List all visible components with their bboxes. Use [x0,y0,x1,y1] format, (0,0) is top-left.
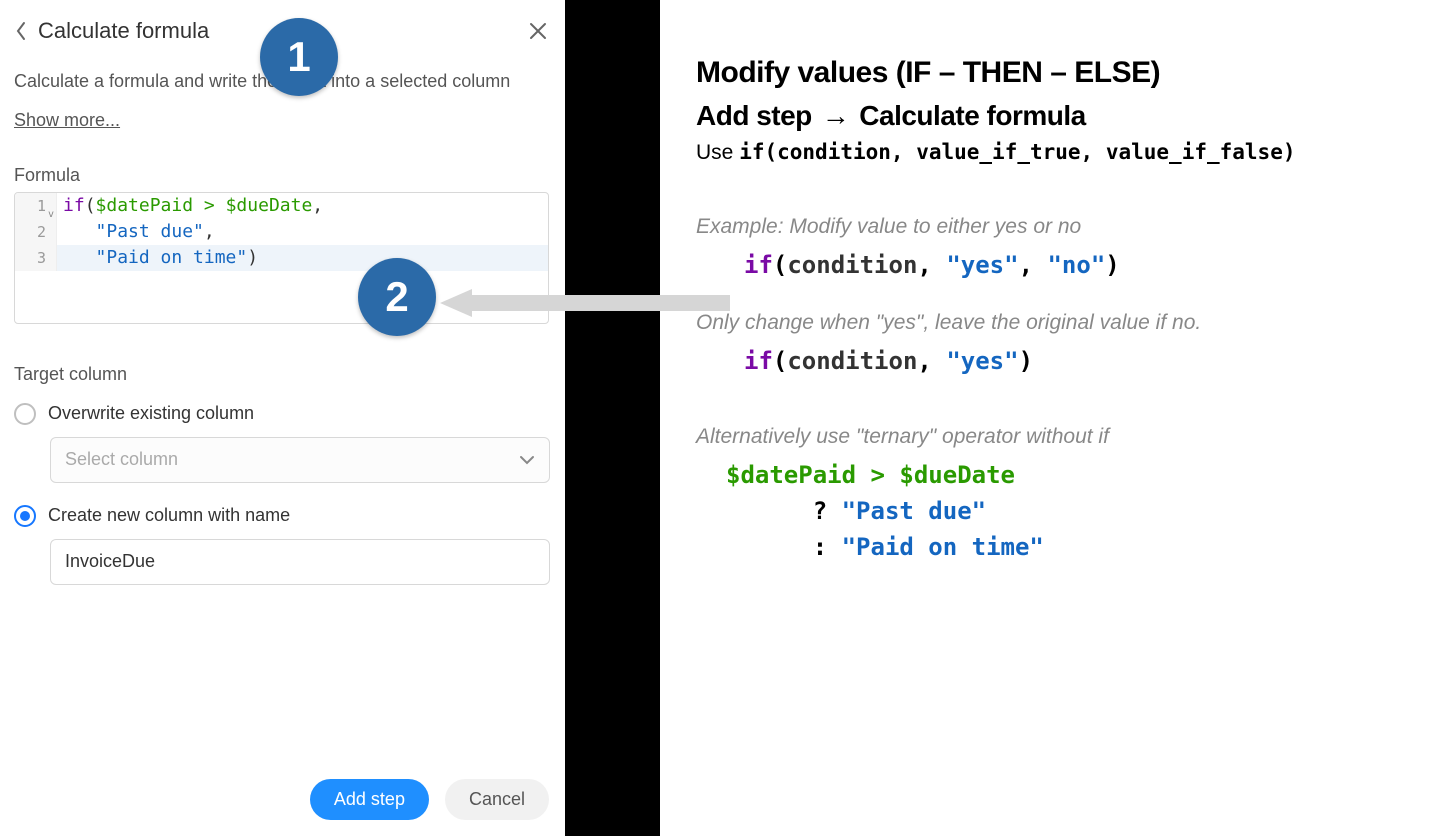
cancel-button[interactable]: Cancel [445,779,549,820]
panel-footer: Add step Cancel [310,779,549,820]
doc-caption-1: Example: Modify value to either yes or n… [696,215,1398,239]
doc-example-1: if(condition, "yes", "no") [744,247,1398,283]
gutter-3: 3 [15,245,57,271]
panel-header-left: Calculate formula [14,18,209,44]
arrow-right-icon: → [822,100,850,132]
select-column-dropdown[interactable]: Select column [50,437,550,483]
radio-overwrite-row[interactable]: Overwrite existing column [14,403,549,425]
formula-line-3: 3 "Paid on time") [15,245,548,271]
annotation-badge-2: 2 [358,258,436,336]
select-placeholder: Select column [65,449,178,470]
annotation-arrow [440,286,730,320]
radio-overwrite[interactable] [14,403,36,425]
doc-use-line: Use if(condition, value_if_true, value_i… [696,140,1398,165]
target-column-label: Target column [14,364,549,385]
new-column-name-input[interactable] [65,551,535,572]
formula-label: Formula [14,165,549,186]
new-column-name-input-wrap [50,539,550,585]
doc-caption-3: Alternatively use "ternary" operator wit… [696,425,1398,449]
chevron-down-icon [519,449,535,470]
formula-line-2: 2 "Past due", [15,219,548,245]
annotation-badge-1: 1 [260,18,338,96]
add-step-button[interactable]: Add step [310,779,429,820]
doc-caption-2: Only change when "yes", leave the origin… [696,311,1398,335]
radio-overwrite-label: Overwrite existing column [48,403,254,424]
radio-create[interactable] [14,505,36,527]
doc-heading-main: Modify values (IF – THEN – ELSE) [696,56,1398,90]
documentation-panel: Modify values (IF – THEN – ELSE) Add ste… [660,0,1438,836]
panel-title: Calculate formula [38,18,209,44]
doc-heading-sub: Add step → Calculate formula [696,100,1398,132]
show-more-link[interactable]: Show more... [14,110,120,131]
radio-create-row[interactable]: Create new column with name [14,505,549,527]
back-icon[interactable] [14,19,28,43]
radio-create-label: Create new column with name [48,505,290,526]
gutter-2: 2 [15,219,57,245]
doc-example-3: $datePaid > $dueDate ? "Past due" : "Pai… [726,457,1398,565]
formula-line-1: 1v if($datePaid > $dueDate, [15,193,548,219]
close-icon[interactable] [527,20,549,42]
calculate-formula-panel: Calculate formula Calculate a formula an… [0,0,565,836]
gutter-1: 1v [15,193,57,219]
doc-example-2: if(condition, "yes") [744,343,1398,379]
